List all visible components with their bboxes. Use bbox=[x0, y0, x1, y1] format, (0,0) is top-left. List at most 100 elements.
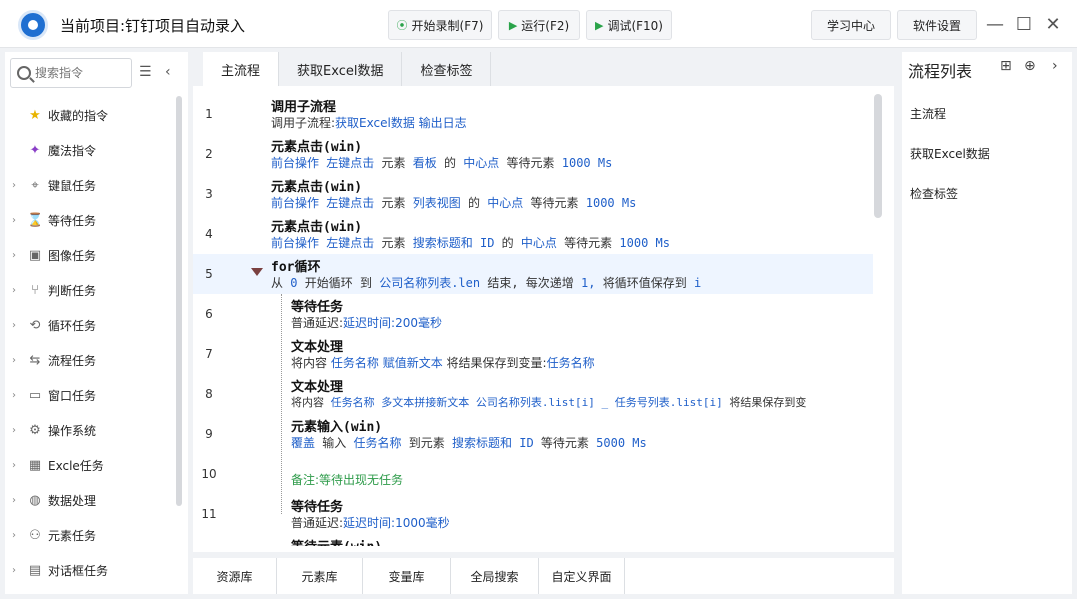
tree-structure-icon[interactable]: ⊞ bbox=[1000, 58, 1012, 74]
command-sidebar: ☰ ‹ ★ 收藏的指令 ✦ 魔法指令 › ⌖ 键鼠任务 › ⌛ 等待任务 › ▣… bbox=[5, 52, 188, 594]
search-input[interactable] bbox=[35, 66, 120, 80]
learning-center-button[interactable]: 学习中心 bbox=[811, 10, 891, 40]
title-bar: 当前项目:钉钉项目自动录入 ⦿ 开始录制(F7) ▶ 运行(F2) ▶ 调试(F… bbox=[0, 0, 1077, 48]
flow-step[interactable]: 4 元素点击(win) 前台操作 左键点击 元素 搜索标题和 ID 的 中心点 … bbox=[193, 214, 873, 254]
sidebar-item-dialog[interactable]: › ▤ 对话框任务 bbox=[5, 553, 175, 588]
run-button[interactable]: ▶ 运行(F2) bbox=[498, 10, 580, 40]
image-icon: ▣ bbox=[28, 248, 42, 263]
desc-keyword: 中心点 bbox=[520, 236, 557, 250]
minimize-icon[interactable]: — bbox=[983, 12, 1007, 36]
desc-keyword: 公司名称列表.list[i] _ 任务号列表.list[i] bbox=[475, 396, 723, 409]
flow-scrollbar[interactable] bbox=[874, 94, 882, 218]
desc-text: 将循环值保存到 bbox=[602, 276, 687, 290]
desc-text: 普通延迟: bbox=[291, 516, 344, 530]
sidebar-item-keyboard-mouse[interactable]: › ⌖ 键鼠任务 bbox=[5, 168, 175, 203]
magic-wand-icon: ✦ bbox=[29, 143, 41, 158]
chevron-left-icon[interactable]: ‹ bbox=[165, 64, 171, 80]
software-settings-button[interactable]: 软件设置 bbox=[897, 10, 977, 40]
step-title: for循环 bbox=[271, 260, 321, 275]
desc-keyword: 搜索标题和 ID bbox=[452, 436, 534, 450]
sidebar-item-element[interactable]: › ⚇ 元素任务 bbox=[5, 518, 175, 553]
dialog-icon: ▤ bbox=[28, 563, 42, 578]
step-title: 元素输入(win) bbox=[291, 420, 383, 435]
chevron-right-icon: › bbox=[12, 215, 16, 226]
sidebar-item-flow[interactable]: › ⇆ 流程任务 bbox=[5, 343, 175, 378]
record-icon: ⦿ bbox=[396, 19, 408, 32]
tab-resource-library[interactable]: 资源库 bbox=[193, 558, 277, 594]
flow-step[interactable]: 2 元素点击(win) 前台操作 左键点击 元素 看板 的 中心点 等待元素 1… bbox=[193, 134, 873, 174]
flow-step-comment[interactable]: 10 备注:等待出现无任务 bbox=[193, 454, 873, 494]
sidebar-item-magic[interactable]: ✦ 魔法指令 bbox=[5, 133, 175, 168]
flow-step[interactable]: 9 元素输入(win) 覆盖 输入 任务名称 到元素 搜索标题和 ID 等待元素… bbox=[193, 414, 873, 454]
project-title: 当前项目:钉钉项目自动录入 bbox=[60, 17, 246, 35]
tab-element-library[interactable]: 元素库 bbox=[277, 558, 363, 594]
step-title: 文本处理 bbox=[291, 340, 344, 355]
play-icon: ▶ bbox=[508, 18, 518, 32]
element-icon: ⚇ bbox=[29, 528, 41, 543]
sidebar-item-label: 循环任务 bbox=[48, 319, 97, 333]
flow-list-item-main[interactable]: 主流程 bbox=[910, 105, 946, 122]
sidebar-item-label: 等待任务 bbox=[48, 214, 97, 228]
sidebar-item-label: 键鼠任务 bbox=[48, 179, 97, 193]
sidebar-item-excel[interactable]: › ▦ Excle任务 bbox=[5, 448, 175, 483]
sidebar-item-wait[interactable]: › ⌛ 等待任务 bbox=[5, 203, 175, 238]
search-box[interactable] bbox=[10, 58, 132, 88]
debug-button[interactable]: ▶ 调试(F10) bbox=[586, 10, 672, 40]
desc-keyword: 覆盖 bbox=[291, 436, 316, 450]
step-title: 元素点击(win) bbox=[271, 180, 363, 195]
flow-list-item-check-tags[interactable]: 检查标签 bbox=[910, 185, 958, 202]
flow-step[interactable]: 7 文本处理 将内容 任务名称 赋值新文本 将结果保存到变量:任务名称 bbox=[193, 334, 873, 374]
desc-keyword: 延迟时间:1000毫秒 bbox=[343, 516, 450, 530]
desc-keyword: 延迟时间:200毫秒 bbox=[343, 316, 442, 330]
flow-step-for-loop[interactable]: 5 for循环 从 0 开始循环 到 公司名称列表.len 结束, 每次递增 1… bbox=[193, 254, 873, 294]
tab-main-flow[interactable]: 主流程 bbox=[203, 52, 280, 86]
tab-custom-interface[interactable]: 自定义界面 bbox=[539, 558, 625, 594]
desc-text: 普通延迟: bbox=[291, 316, 344, 330]
flow-step[interactable]: 1 调用子流程 调用子流程:获取Excel数据 输出日志 bbox=[193, 94, 873, 134]
line-number: 4 bbox=[205, 227, 213, 241]
tab-check-tags[interactable]: 检查标签 bbox=[402, 52, 492, 86]
desc-keyword: 左键点击 bbox=[326, 196, 375, 210]
tab-get-excel-data[interactable]: 获取Excel数据 bbox=[279, 52, 403, 86]
desc-text: 的 bbox=[501, 236, 514, 250]
start-record-button[interactable]: ⦿ 开始录制(F7) bbox=[388, 10, 492, 40]
desc-keyword: 前台操作 bbox=[271, 156, 320, 170]
add-flow-icon[interactable]: ⊕ bbox=[1024, 58, 1036, 74]
chevron-right-icon[interactable]: › bbox=[1052, 58, 1058, 74]
maximize-icon[interactable]: ☐ bbox=[1012, 12, 1036, 36]
tab-variable-library[interactable]: 变量库 bbox=[363, 558, 451, 594]
sidebar-item-data[interactable]: › ◍ 数据处理 bbox=[5, 483, 175, 518]
chevron-right-icon: › bbox=[12, 495, 16, 506]
collapse-toggle-icon[interactable] bbox=[251, 268, 263, 276]
step-title: 调用子流程 bbox=[271, 100, 337, 115]
sidebar-item-window[interactable]: › ▭ 窗口任务 bbox=[5, 378, 175, 413]
desc-keyword: 5000 Ms bbox=[596, 436, 647, 450]
flow-step[interactable]: 8 文本处理 将内容 任务名称 多文本拼接新文本 公司名称列表.list[i] … bbox=[193, 374, 873, 414]
flow-step[interactable]: 3 元素点击(win) 前台操作 左键点击 元素 列表视图 的 中心点 等待元素… bbox=[193, 174, 873, 214]
step-description: 前台操作 左键点击 元素 搜索标题和 ID 的 中心点 等待元素 1000 Ms bbox=[271, 234, 670, 251]
close-icon[interactable]: ✕ bbox=[1041, 12, 1065, 36]
line-number: 1 bbox=[205, 107, 213, 121]
desc-text: 开始循环 到 bbox=[304, 276, 372, 290]
desc-keyword: 0 bbox=[290, 276, 298, 290]
flow-icon: ⇆ bbox=[29, 353, 41, 368]
tab-global-search[interactable]: 全局搜索 bbox=[451, 558, 539, 594]
flow-editor: 主流程 获取Excel数据 检查标签 1 调用子流程 调用子流程:获取Excel… bbox=[193, 52, 894, 552]
chevron-right-icon: › bbox=[12, 180, 16, 191]
flow-step[interactable]: 11 等待任务 普通延迟:延迟时间:1000毫秒 bbox=[193, 494, 873, 534]
collapse-list-icon[interactable]: ☰ bbox=[139, 64, 152, 80]
sidebar-item-judge[interactable]: › ⑂ 判断任务 bbox=[5, 273, 175, 308]
chevron-right-icon: › bbox=[12, 355, 16, 366]
flow-step-list: 1 调用子流程 调用子流程:获取Excel数据 输出日志 2 元素点击(win)… bbox=[193, 92, 873, 546]
flow-step[interactable]: 等待元素(win) bbox=[193, 534, 873, 546]
step-description: 前台操作 左键点击 元素 列表视图 的 中心点 等待元素 1000 Ms bbox=[271, 194, 636, 211]
sidebar-item-image[interactable]: › ▣ 图像任务 bbox=[5, 238, 175, 273]
chevron-right-icon: › bbox=[12, 460, 16, 471]
sidebar-item-favorites[interactable]: ★ 收藏的指令 bbox=[5, 98, 175, 133]
flow-list-item-get-excel[interactable]: 获取Excel数据 bbox=[910, 145, 990, 162]
flow-step[interactable]: 6 等待任务 普通延迟:延迟时间:200毫秒 bbox=[193, 294, 873, 334]
sidebar-item-os[interactable]: › ⚙ 操作系统 bbox=[5, 413, 175, 448]
desc-keyword: 任务名称 bbox=[330, 356, 379, 370]
sidebar-item-loop[interactable]: › ⟲ 循环任务 bbox=[5, 308, 175, 343]
sidebar-scrollbar[interactable] bbox=[176, 96, 182, 506]
